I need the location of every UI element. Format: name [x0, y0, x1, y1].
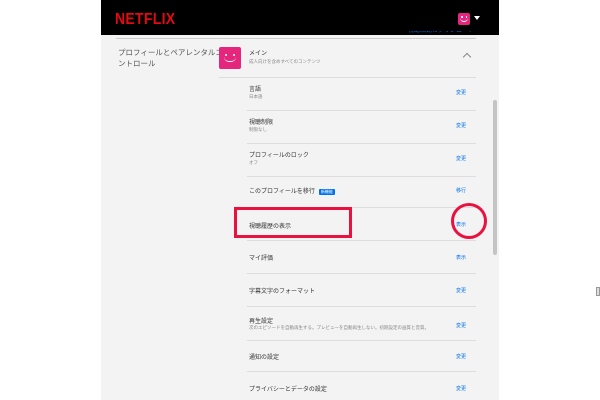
setting-row-playback: 再生設定 次のエピソードを自動再生する。プレビューを自動再生しない。初期設定の画…	[219, 307, 476, 341]
setting-row-language: 言語 日本語 変更	[219, 78, 476, 111]
section-divider	[116, 38, 476, 39]
change-subtitles-link[interactable]: 変更	[456, 287, 466, 294]
setting-value: オフ	[249, 161, 258, 166]
download-activity-link[interactable]: 視聴活動のダウンロード	[408, 31, 474, 35]
change-language-link[interactable]: 変更	[456, 89, 466, 96]
profile-avatar-icon[interactable]	[458, 13, 470, 25]
top-nav-bar: NETFLIX	[101, 0, 499, 35]
profile-avatar	[219, 47, 241, 69]
highlight-rectangle	[234, 207, 352, 238]
avatar-eye-icon	[225, 54, 227, 56]
setting-value: 制限なし	[249, 128, 267, 133]
change-notifications-link[interactable]: 変更	[456, 353, 466, 360]
setting-row-notifications: 通知の設定 変更	[219, 341, 476, 372]
setting-row-transfer-profile: このプロフィールを移行 新機能 移行	[219, 177, 476, 208]
new-badge: 新機能	[318, 188, 335, 195]
account-page: NETFLIX 視聴活動のダウンロード プロフィールとペアレンタルコントロール …	[101, 0, 499, 400]
change-playback-link[interactable]: 変更	[456, 322, 466, 329]
setting-value: 日本語	[249, 95, 263, 100]
netflix-logo[interactable]: NETFLIX	[115, 9, 175, 27]
change-restrictions-link[interactable]: 変更	[456, 122, 466, 129]
highlight-circle	[451, 203, 487, 239]
avatar-smile-icon	[224, 57, 236, 62]
setting-label: このプロフィールを移行	[249, 188, 315, 195]
setting-row-ratings: マイ評価 表示	[219, 241, 476, 274]
setting-label: 字幕文字のフォーマット	[249, 288, 316, 295]
setting-value: 次のエピソードを自動再生する。プレビューを自動再生しない。初期設定の画質と音質。	[249, 326, 429, 331]
setting-row-viewing-restrictions: 視聴制限 制限なし 変更	[219, 111, 476, 144]
setting-row-privacy: プライバシーとデータの設定 変更	[219, 372, 476, 400]
setting-label: マイ評価	[249, 255, 274, 262]
setting-label-wrap: このプロフィールを移行 新機能	[249, 186, 335, 195]
setting-row-profile-lock: プロフィールのロック オフ 変更	[219, 144, 476, 177]
setting-label: プロフィールのロック	[249, 152, 309, 159]
transfer-profile-link[interactable]: 移行	[456, 187, 466, 194]
avatar-eye-icon	[233, 54, 235, 56]
setting-label: プライバシーとデータの設定	[249, 386, 327, 393]
chevron-up-icon[interactable]	[462, 52, 472, 62]
change-profile-lock-link[interactable]: 変更	[456, 155, 466, 162]
profile-subtitle: 成人向けを含めすべてのコンテンツ	[249, 60, 321, 65]
profile-name: メイン	[249, 50, 268, 57]
avatar-smile-icon	[460, 18, 468, 22]
setting-label: 言語	[249, 86, 262, 93]
view-ratings-link[interactable]: 表示	[456, 254, 466, 261]
side-widget-icon[interactable]	[596, 287, 600, 296]
setting-label: 視聴制限	[249, 119, 274, 126]
change-privacy-link[interactable]: 変更	[456, 385, 466, 392]
caret-down-icon[interactable]	[474, 16, 480, 20]
setting-label: 通知の設定	[249, 354, 280, 361]
setting-label: 再生設定	[249, 318, 274, 325]
scrollbar-thumb[interactable]	[493, 100, 497, 255]
setting-row-subtitle-format: 字幕文字のフォーマット 変更	[219, 274, 476, 307]
section-title: プロフィールとペアレンタルコントロール	[118, 48, 223, 68]
